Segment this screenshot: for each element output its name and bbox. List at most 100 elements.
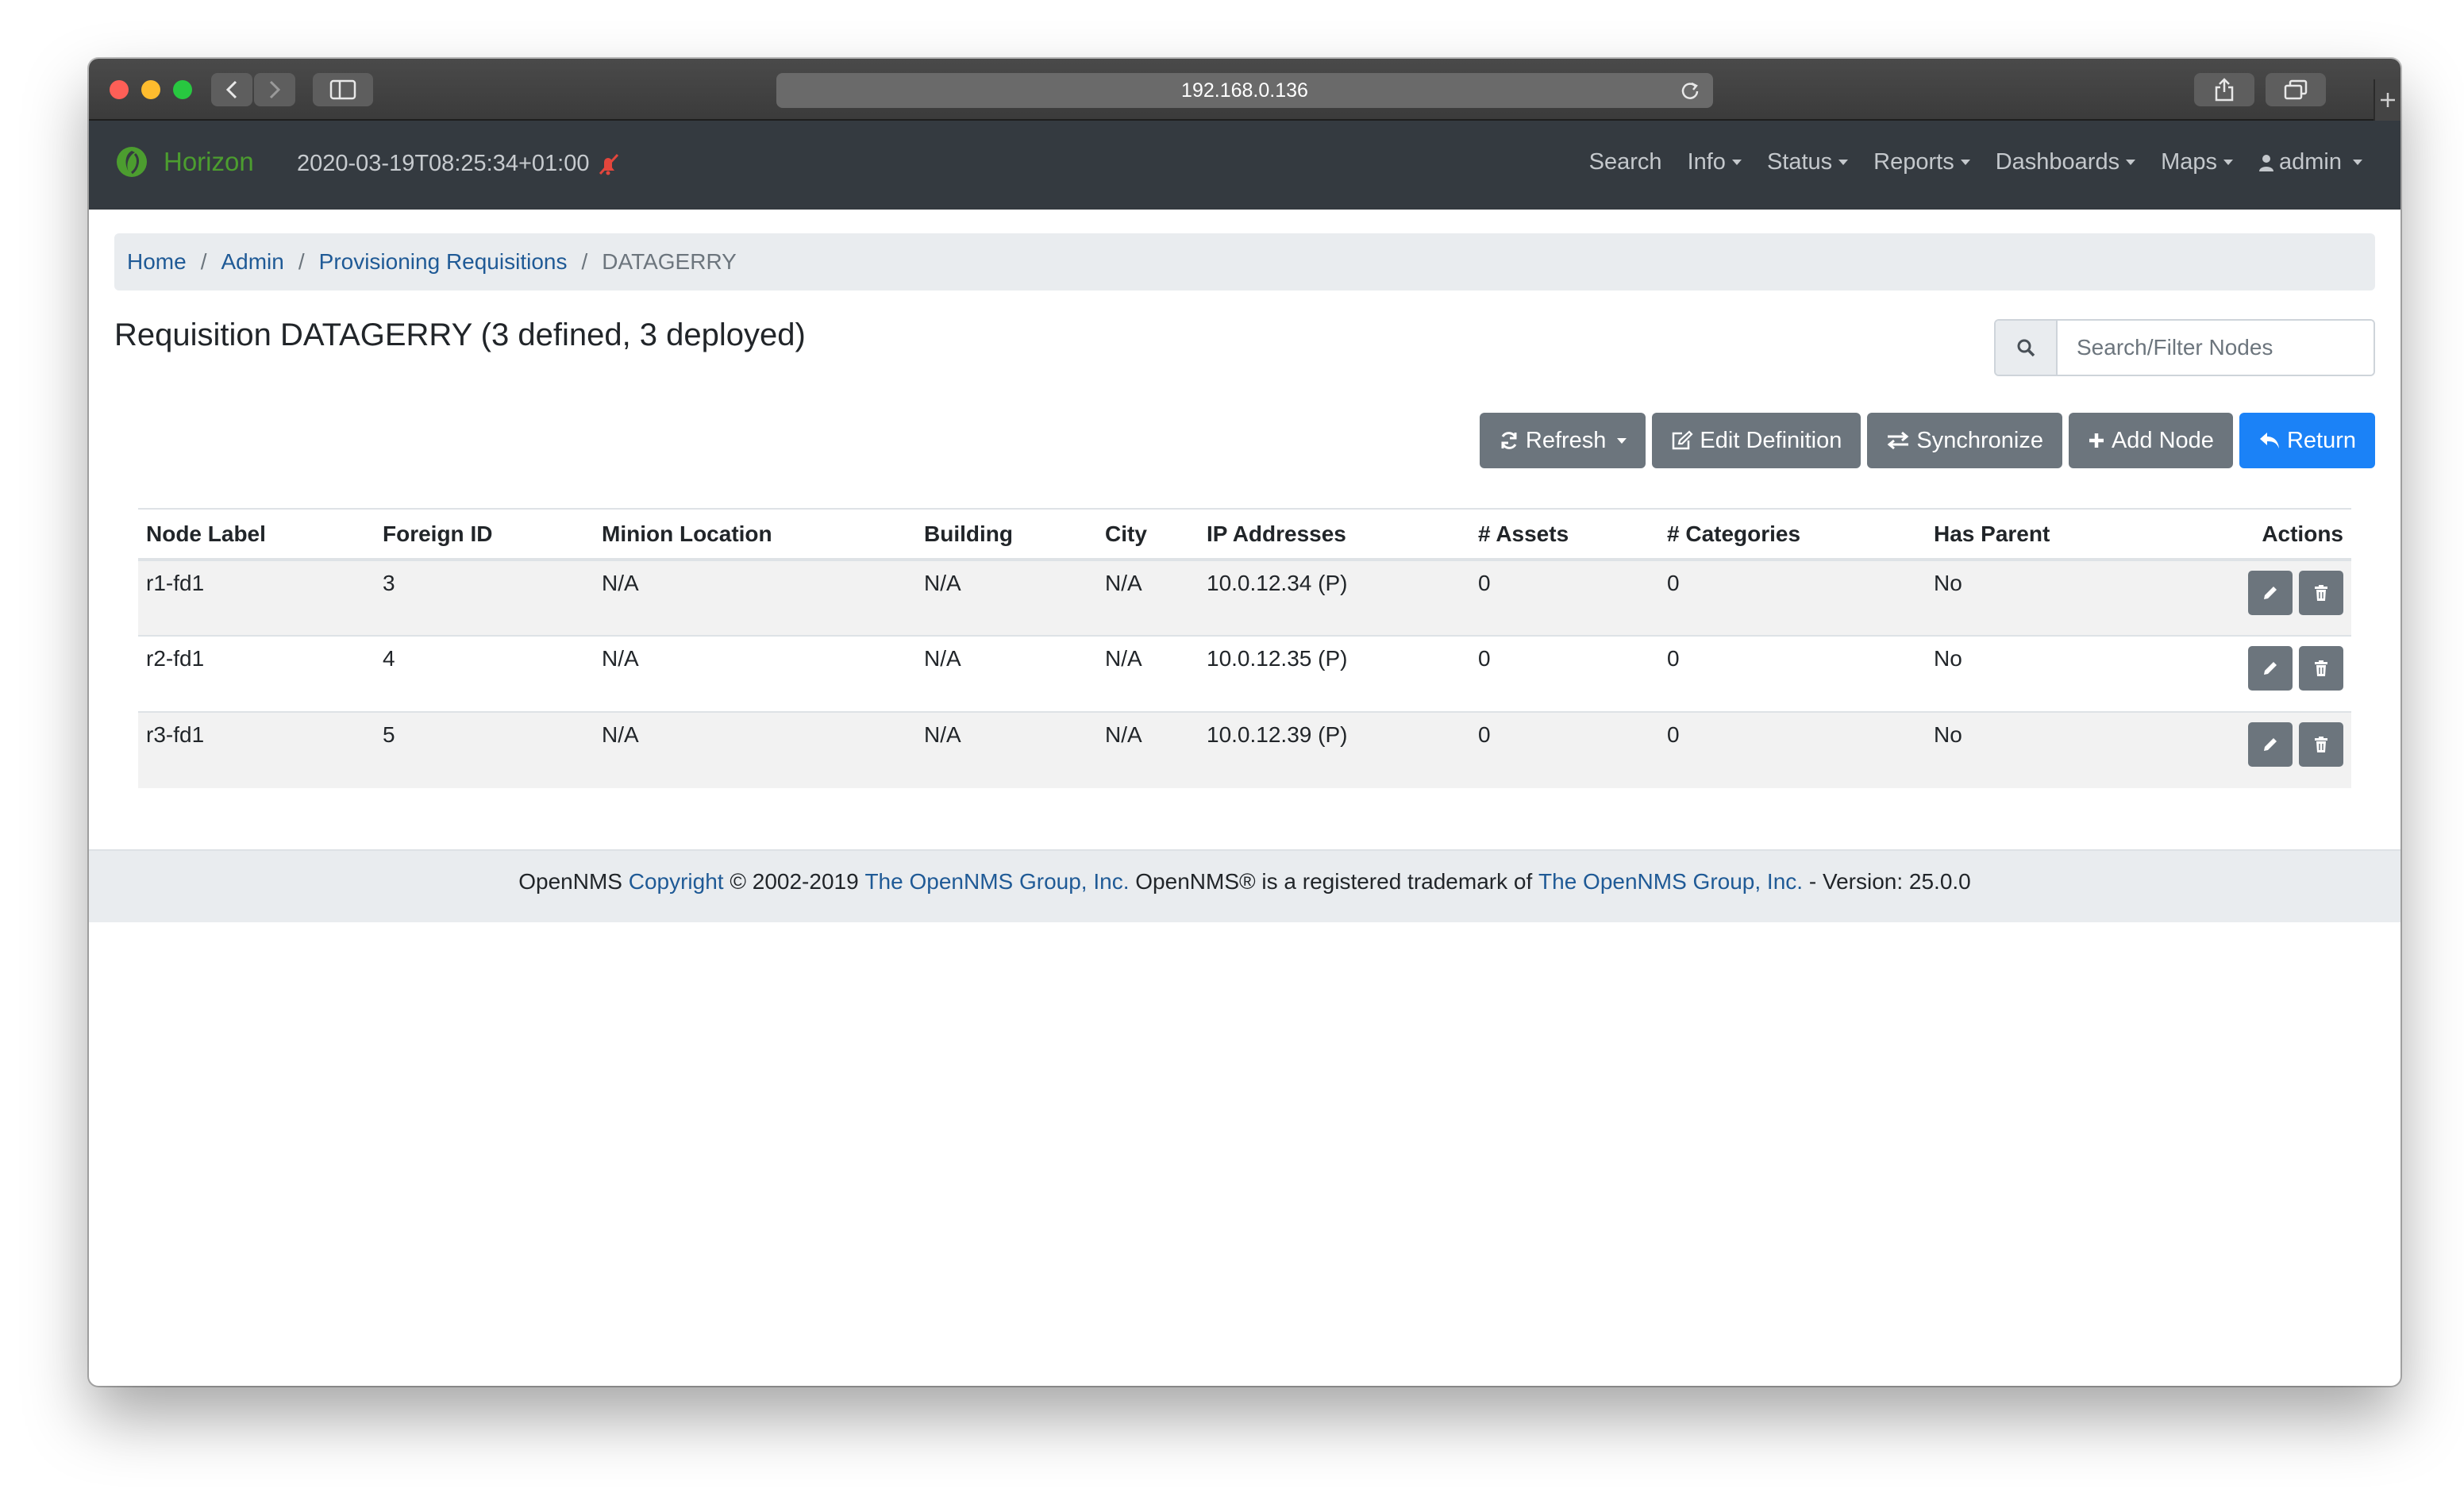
col-building[interactable]: Building — [916, 508, 1097, 561]
edit-node-button[interactable] — [2248, 571, 2293, 615]
back-button[interactable] — [211, 73, 252, 106]
nav-search[interactable]: Search — [1589, 149, 1662, 175]
nav-dashboards-label: Dashboards — [1995, 149, 2120, 175]
caret-down-icon — [2223, 160, 2233, 165]
col-ip-addresses[interactable]: IP Addresses — [1199, 508, 1470, 561]
delete-node-button[interactable] — [2299, 646, 2343, 691]
pencil-icon — [2264, 587, 2277, 599]
cell-actions — [2140, 635, 2351, 712]
notifications-off-icon[interactable] — [595, 152, 621, 177]
share-button[interactable] — [2194, 73, 2254, 106]
breadcrumb-admin[interactable]: Admin — [221, 249, 283, 275]
nav-search-label: Search — [1588, 149, 1662, 175]
cell-has-parent: No — [1926, 635, 2140, 712]
tabs-icon — [2284, 79, 2308, 100]
col-actions: Actions — [2140, 508, 2351, 561]
search-icon — [2017, 339, 2035, 357]
nav-status[interactable]: Status — [1766, 149, 1849, 175]
opennms-logo-icon — [117, 147, 147, 177]
edit-definition-button[interactable]: Edit Definition — [1652, 413, 1861, 468]
footer-group-link[interactable]: The OpenNMS Group, Inc. — [864, 869, 1129, 895]
nav-user-menu[interactable]: admin — [2258, 149, 2362, 175]
forward-button[interactable] — [254, 73, 295, 106]
nav-info-label: Info — [1687, 149, 1726, 175]
new-tab-button[interactable] — [2374, 79, 2400, 121]
cell-assets: 0 — [1470, 559, 1659, 636]
add-node-button[interactable]: Add Node — [2068, 413, 2233, 468]
cell-categories: 0 — [1659, 635, 1926, 712]
nav-maps-label: Maps — [2161, 149, 2217, 175]
col-categories[interactable]: # Categories — [1659, 508, 1926, 561]
cell-categories: 0 — [1659, 559, 1926, 636]
minimize-window-button[interactable] — [141, 80, 160, 99]
cell-minion-location: N/A — [594, 635, 916, 712]
cell-building: N/A — [916, 559, 1097, 636]
datetime-text: 2020-03-19T08:25:34+01:00 — [297, 151, 590, 176]
nodes-table: Node Label Foreign ID Minion Location Bu… — [138, 508, 2351, 788]
brand[interactable]: Horizon — [114, 144, 254, 179]
breadcrumb-requisitions[interactable]: Provisioning Requisitions — [319, 249, 568, 275]
breadcrumb-home[interactable]: Home — [127, 249, 187, 275]
reload-icon[interactable] — [1680, 80, 1700, 101]
nav-info[interactable]: Info — [1688, 149, 1742, 175]
edit-node-button[interactable] — [2248, 646, 2293, 691]
col-minion-location[interactable]: Minion Location — [594, 508, 916, 561]
zoom-window-button[interactable] — [173, 80, 192, 99]
delete-node-button[interactable] — [2299, 722, 2343, 767]
footer-copyright-link[interactable]: Copyright — [629, 869, 724, 895]
cell-foreign-id: 4 — [375, 635, 594, 712]
cell-building: N/A — [916, 635, 1097, 712]
nav-dashboards[interactable]: Dashboards — [1995, 149, 2136, 175]
share-icon — [2215, 78, 2234, 102]
cell-ip-addresses: 10.0.12.35 (P) — [1199, 635, 1470, 712]
chevron-left-icon — [225, 80, 237, 99]
cell-actions — [2140, 559, 2351, 636]
search-input[interactable] — [2058, 321, 2374, 375]
synchronize-button[interactable]: Synchronize — [1867, 413, 2062, 468]
edit-definition-label: Edit Definition — [1700, 427, 1842, 453]
browser-window: 192.168.0.136 Horizon 2020-03-19T08:25:3… — [89, 59, 2400, 1386]
caret-down-icon — [1617, 437, 1627, 444]
caret-down-icon — [2126, 160, 2136, 165]
table-header-row: Node Label Foreign ID Minion Location Bu… — [138, 508, 2351, 561]
return-button[interactable]: Return — [2239, 413, 2375, 468]
footer-group-link-2[interactable]: The OpenNMS Group, Inc. — [1538, 869, 1803, 895]
cell-assets: 0 — [1470, 635, 1659, 712]
caret-down-icon — [1960, 160, 1970, 165]
reply-icon — [2259, 433, 2279, 448]
caret-down-icon — [1731, 160, 1742, 165]
edit-node-button[interactable] — [2248, 722, 2293, 767]
cell-city: N/A — [1097, 711, 1199, 788]
node-filter — [1994, 319, 2375, 376]
col-node-label[interactable]: Node Label — [138, 508, 375, 561]
nav-maps[interactable]: Maps — [2161, 149, 2233, 175]
plus-icon — [2381, 93, 2395, 107]
col-foreign-id[interactable]: Foreign ID — [375, 508, 594, 561]
cell-node-label: r2-fd1 — [138, 635, 375, 712]
cell-building: N/A — [916, 711, 1097, 788]
footer-prefix: OpenNMS — [518, 869, 622, 894]
col-has-parent[interactable]: Has Parent — [1926, 508, 2140, 561]
page-title: Requisition DATAGERRY (3 defined, 3 depl… — [114, 317, 806, 352]
nav-status-label: Status — [1766, 149, 1833, 175]
delete-node-button[interactable] — [2299, 571, 2343, 615]
tabs-overview-button[interactable] — [2266, 73, 2326, 106]
refresh-label: Refresh — [1525, 427, 1607, 453]
page-footer: OpenNMS Copyright © 2002-2019 The OpenNM… — [89, 849, 2400, 922]
cell-minion-location: N/A — [594, 559, 916, 636]
nav-reports[interactable]: Reports — [1873, 149, 1970, 175]
synchronize-label: Synchronize — [1916, 427, 2043, 453]
pencil-icon — [2264, 662, 2277, 675]
col-assets[interactable]: # Assets — [1470, 508, 1659, 561]
refresh-button[interactable]: Refresh — [1479, 413, 1646, 468]
cell-foreign-id: 3 — [375, 559, 594, 636]
col-city[interactable]: City — [1097, 508, 1199, 561]
sidebar-toggle-button[interactable] — [313, 73, 373, 106]
cell-has-parent: No — [1926, 711, 2140, 788]
trash-icon — [2315, 660, 2327, 676]
footer-trademark: OpenNMS® is a registered trademark of — [1135, 869, 1533, 894]
close-window-button[interactable] — [110, 80, 129, 99]
nav-user-label: admin — [2279, 149, 2342, 175]
address-bar[interactable]: 192.168.0.136 — [776, 73, 1713, 108]
brand-name: Horizon — [164, 147, 254, 176]
